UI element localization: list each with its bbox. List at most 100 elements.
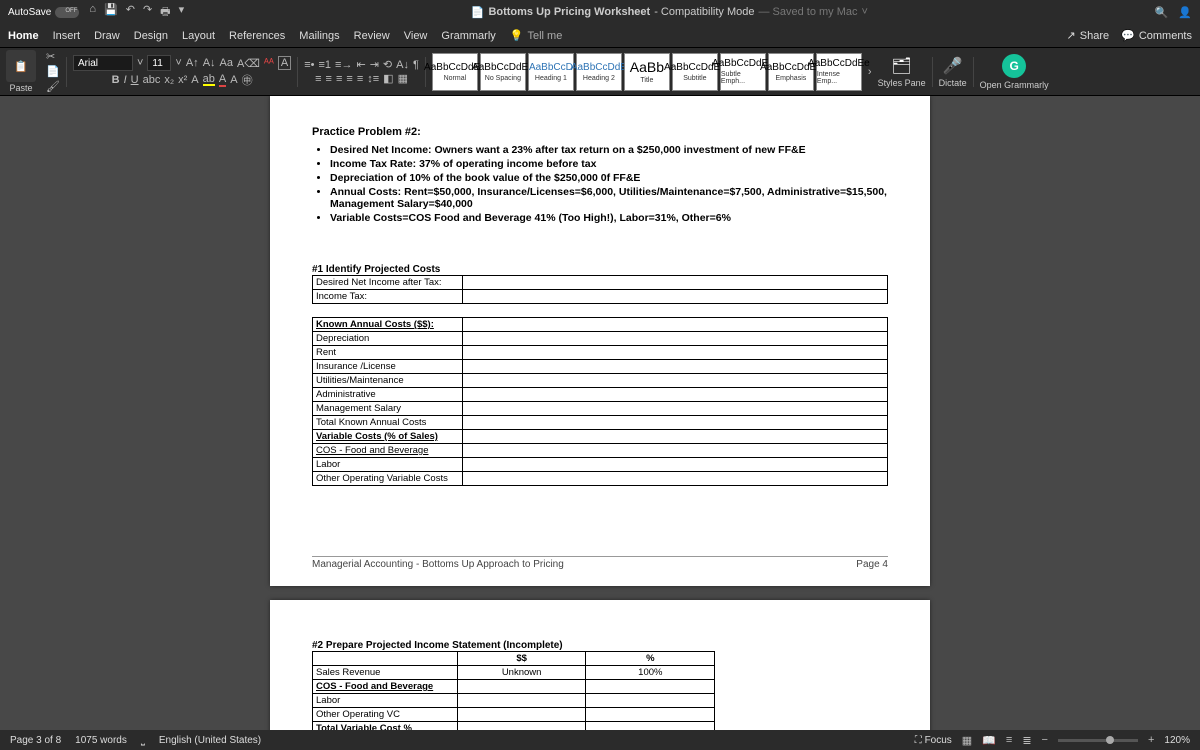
bullets-icon[interactable]: ≡•	[304, 59, 314, 71]
style-subtle-emph-[interactable]: AaBbCcDdEeSubtle Emph...	[720, 53, 766, 91]
superscript-icon[interactable]: x²	[178, 74, 187, 86]
paste-label: Paste	[9, 83, 32, 93]
shading-icon[interactable]: ◧	[383, 72, 393, 85]
titlebar: AutoSave ⌂ 💾 ↶ ↷ 🖶 ▾ 📄 Bottoms Up Pricin…	[0, 0, 1200, 24]
word-count[interactable]: 1075 words	[75, 735, 127, 746]
align-center-icon[interactable]: ≡	[326, 73, 332, 85]
char-shading-icon[interactable]: A	[230, 74, 237, 86]
redo-icon[interactable]: ↷	[143, 3, 152, 22]
highlight-icon[interactable]: ab	[203, 74, 215, 86]
grammarly-button[interactable]: GOpen Grammarly	[980, 54, 1049, 90]
strike-icon[interactable]: abc	[143, 74, 161, 86]
change-case-icon[interactable]: Aa	[220, 57, 233, 69]
page-indicator[interactable]: Page 3 of 8	[10, 735, 61, 746]
underline-icon[interactable]: U	[131, 74, 139, 86]
page: #2 Prepare Projected Income Statement (I…	[270, 600, 930, 730]
format-painter-icon[interactable]: 🖌	[46, 80, 60, 93]
clear-format-icon[interactable]: A⌫	[237, 57, 260, 70]
paragraph-mark-icon[interactable]: ¶	[413, 59, 419, 71]
document-canvas[interactable]: Practice Problem #2: Desired Net Income:…	[0, 96, 1200, 730]
phonetic-icon[interactable]: ᴬᴬ	[264, 57, 274, 69]
borders-icon[interactable]: ▦	[398, 72, 408, 85]
ribbon-tabs: Home Insert Draw Design Layout Reference…	[0, 24, 1200, 48]
style-heading-2[interactable]: AaBbCcDdEHeading 2	[576, 53, 622, 91]
tab-references[interactable]: References	[229, 30, 285, 42]
justify-icon[interactable]: ≡	[346, 73, 352, 85]
zoom-out-icon[interactable]: −	[1042, 734, 1048, 746]
copy-icon[interactable]: 📄	[46, 65, 60, 78]
tab-mailings[interactable]: Mailings	[299, 30, 339, 42]
home-icon[interactable]: ⌂	[89, 3, 96, 22]
undo-icon[interactable]: ↶	[126, 3, 135, 22]
style-emphasis[interactable]: AaBbCcDdEeEmphasis	[768, 53, 814, 91]
tab-draw[interactable]: Draw	[94, 30, 120, 42]
tab-insert[interactable]: Insert	[53, 30, 81, 42]
focus-mode[interactable]: ⛶ Focus	[915, 735, 952, 746]
practice-title: Practice Problem #2:	[312, 126, 888, 138]
tab-review[interactable]: Review	[354, 30, 390, 42]
autosave-toggle[interactable]: AutoSave	[8, 7, 79, 18]
bullet-list: Desired Net Income: Owners want a 23% af…	[330, 144, 888, 224]
account-icon[interactable]: 👤	[1178, 6, 1192, 19]
font-color-icon[interactable]: A	[219, 73, 226, 87]
dec-indent-icon[interactable]: ⇤	[356, 58, 365, 71]
styles-more-icon[interactable]: ›	[868, 66, 872, 78]
ribbon: 📋 Paste ✂ 📄 🖌 Arial ˅ 11 ˅ A↑ A↓ Aa A⌫ ᴬ…	[0, 48, 1200, 96]
align-left-icon[interactable]: ≡	[315, 73, 321, 85]
spell-icon[interactable]: ⎵	[141, 735, 145, 746]
inc-indent-icon[interactable]: ⇥	[370, 58, 379, 71]
share-button[interactable]: ↗ Share	[1067, 29, 1110, 42]
tab-layout[interactable]: Layout	[182, 30, 215, 42]
distributed-icon[interactable]: ≡	[357, 73, 363, 85]
tab-home[interactable]: Home	[8, 30, 39, 42]
italic-icon[interactable]: I	[124, 74, 127, 86]
shrink-font-icon[interactable]: A↓	[203, 57, 216, 69]
subscript-icon[interactable]: x₂	[164, 74, 174, 86]
multilevel-icon[interactable]: ≡→	[335, 59, 352, 71]
web-layout-icon[interactable]: ≡	[1006, 734, 1012, 746]
comments-button[interactable]: 💬 Comments	[1121, 29, 1192, 42]
language-indicator[interactable]: English (United States)	[159, 735, 261, 746]
section-2-title: #2 Prepare Projected Income Statement (I…	[312, 640, 888, 651]
costs-table: Desired Net Income after Tax:Income Tax:…	[312, 275, 888, 486]
read-mode-icon[interactable]: 📖	[982, 734, 996, 747]
size-selector[interactable]: 11	[147, 55, 171, 71]
styles-pane-button[interactable]: 🗂Styles Pane	[878, 56, 926, 88]
dictate-button[interactable]: 🎤Dictate	[939, 56, 967, 88]
tab-design[interactable]: Design	[134, 30, 168, 42]
text-effects-icon[interactable]: A	[191, 74, 198, 86]
style-subtitle[interactable]: AaBbCcDdEeSubtitle	[672, 53, 718, 91]
asian-layout-icon[interactable]: ⟲	[383, 58, 392, 71]
char-border-icon[interactable]: A	[278, 56, 291, 70]
outline-icon[interactable]: ≣	[1022, 734, 1031, 747]
print-icon[interactable]: 🖶	[160, 3, 170, 22]
align-right-icon[interactable]: ≡	[336, 73, 342, 85]
print-layout-icon[interactable]: ▦	[962, 734, 972, 747]
style-normal[interactable]: AaBbCcDdEeNormal	[432, 53, 478, 91]
styles-gallery[interactable]: AaBbCcDdEeNormalAaBbCcDdEeNo SpacingAaBb…	[432, 53, 862, 91]
search-icon[interactable]: 🔍	[1155, 6, 1169, 19]
status-bar: Page 3 of 8 1075 words ⎵ English (United…	[0, 730, 1200, 750]
numbering-icon[interactable]: ≡1	[319, 59, 332, 71]
style-heading-1[interactable]: AaBbCcDHeading 1	[528, 53, 574, 91]
style-title[interactable]: AaBbTitle	[624, 53, 670, 91]
zoom-value[interactable]: 120%	[1164, 735, 1190, 746]
tab-view[interactable]: View	[404, 30, 428, 42]
line-spacing-icon[interactable]: ↕≡	[367, 73, 379, 85]
style-no-spacing[interactable]: AaBbCcDdEeNo Spacing	[480, 53, 526, 91]
zoom-slider[interactable]	[1058, 739, 1138, 742]
sort-icon[interactable]: A↓	[396, 59, 409, 71]
income-table: $$%Sales RevenueUnknown100%COS - Food an…	[312, 651, 715, 730]
tab-grammarly[interactable]: Grammarly	[441, 30, 495, 42]
style-intense-emp-[interactable]: AaBbCcDdEeIntense Emp...	[816, 53, 862, 91]
cut-icon[interactable]: ✂	[46, 50, 60, 63]
zoom-in-icon[interactable]: +	[1148, 734, 1154, 746]
font-selector[interactable]: Arial	[73, 55, 133, 71]
enclose-icon[interactable]: ㊥	[242, 72, 253, 88]
tell-me[interactable]: 💡 Tell me	[510, 29, 563, 42]
paste-button[interactable]: 📋	[6, 50, 36, 82]
save-icon[interactable]: 💾	[104, 3, 118, 22]
bold-icon[interactable]: B	[112, 74, 120, 86]
grow-font-icon[interactable]: A↑	[186, 57, 199, 69]
page-footer-left: Managerial Accounting - Bottoms Up Appro…	[312, 559, 564, 570]
